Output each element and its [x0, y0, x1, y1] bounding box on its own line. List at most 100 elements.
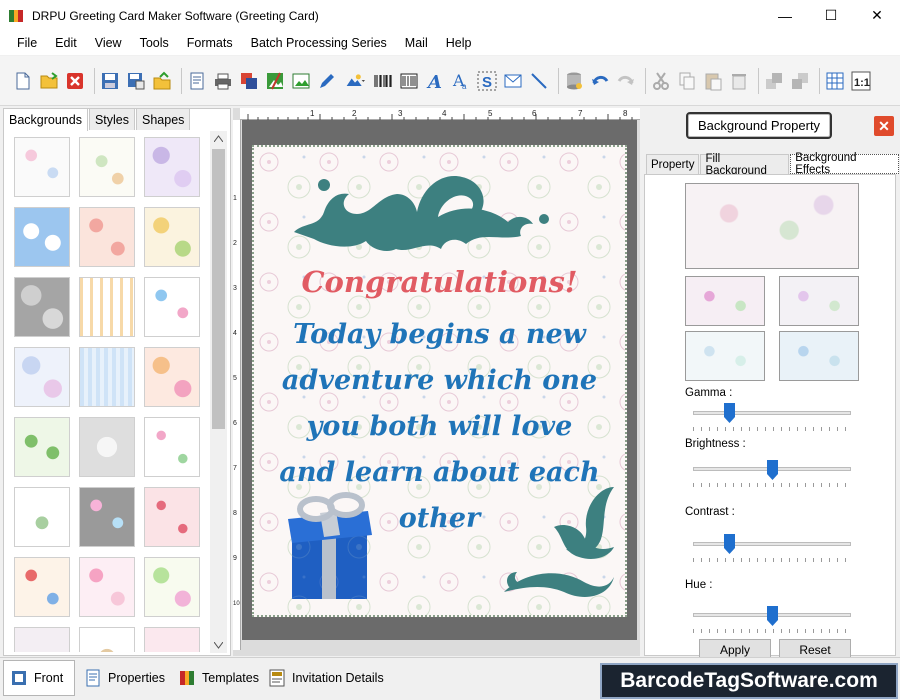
tab-shapes[interactable]: Shapes	[136, 108, 191, 130]
background-thumbnail[interactable]	[79, 417, 135, 477]
background-thumbnail[interactable]	[79, 277, 135, 337]
tab-invitation-details[interactable]: Invitation Details	[262, 660, 388, 696]
background-thumbnail[interactable]	[14, 557, 70, 617]
tab-background-effects[interactable]: Background Effects	[790, 152, 899, 176]
background-thumbnail[interactable]	[144, 557, 200, 617]
menu-help[interactable]: Help	[437, 36, 481, 50]
tab-property[interactable]: Property	[646, 154, 700, 174]
background-thumbnail[interactable]	[144, 627, 200, 652]
background-thumbnail[interactable]	[144, 487, 200, 547]
tab-properties[interactable]: Properties	[78, 660, 170, 696]
print-preview-icon[interactable]	[186, 70, 208, 92]
contrast-slider-track[interactable]	[693, 542, 851, 546]
grid-icon[interactable]	[824, 70, 846, 92]
brightness-label: Brightness :	[685, 438, 746, 450]
copy-design-icon[interactable]	[238, 70, 260, 92]
hue-slider-ticks	[693, 629, 851, 633]
background-thumbnail[interactable]	[14, 347, 70, 407]
minimize-button[interactable]: —	[762, 0, 808, 31]
insert-picture-icon[interactable]	[290, 70, 312, 92]
background-thumbnail[interactable]	[144, 347, 200, 407]
scrollbar-thumb[interactable]	[212, 149, 225, 429]
close-panel-button[interactable]: ✕	[874, 116, 894, 136]
curved-text-icon[interactable]: S	[476, 70, 498, 92]
mail-icon[interactable]	[502, 70, 524, 92]
save-icon[interactable]	[99, 70, 121, 92]
undo-icon[interactable]	[589, 70, 611, 92]
background-property-button[interactable]: Background Property	[686, 112, 832, 139]
menu-tools[interactable]: Tools	[131, 36, 178, 50]
card-heading[interactable]: Congratulations!	[254, 265, 625, 299]
print-icon[interactable]	[212, 70, 234, 92]
background-thumbnail[interactable]	[14, 277, 70, 337]
background-thumbnail[interactable]	[79, 487, 135, 547]
tab-templates[interactable]: Templates	[172, 660, 262, 696]
svg-text:a: a	[462, 82, 467, 91]
effect-preview-option[interactable]	[685, 331, 765, 381]
contrast-slider-thumb[interactable]	[724, 534, 735, 554]
scroll-down-icon[interactable]	[214, 642, 223, 649]
pen-icon[interactable]	[316, 70, 338, 92]
background-thumbnail[interactable]	[14, 137, 70, 197]
menu-edit[interactable]: Edit	[46, 36, 86, 50]
open-icon[interactable]	[38, 70, 60, 92]
background-thumbnail[interactable]	[14, 627, 70, 652]
menu-file[interactable]: File	[8, 36, 46, 50]
tab-front[interactable]: Front	[3, 660, 75, 696]
bring-front-icon[interactable]	[763, 70, 785, 92]
background-thumbnail[interactable]	[144, 137, 200, 197]
export-icon[interactable]	[151, 70, 173, 92]
greeting-card[interactable]: Congratulations! Today begins a new adve…	[252, 145, 627, 617]
left-panel-tabs: Backgrounds Styles Shapes	[3, 108, 191, 131]
background-thumbnail[interactable]	[144, 207, 200, 267]
text-icon[interactable]: A	[424, 70, 446, 92]
delete-icon[interactable]	[728, 70, 750, 92]
effect-preview-option[interactable]	[779, 276, 859, 326]
new-icon[interactable]	[12, 70, 34, 92]
menu-batch-processing[interactable]: Batch Processing Series	[242, 36, 396, 50]
save-as-icon[interactable]	[125, 70, 147, 92]
barcode-2d-icon[interactable]	[398, 70, 420, 92]
thumbnail-scrollbar[interactable]	[210, 131, 227, 653]
background-thumbnail[interactable]	[79, 347, 135, 407]
background-thumbnail[interactable]	[79, 627, 135, 652]
cut-icon[interactable]	[650, 70, 672, 92]
image-icon[interactable]	[264, 70, 286, 92]
background-thumbnail[interactable]	[79, 207, 135, 267]
gamma-slider-track[interactable]	[693, 411, 851, 415]
close-window-button[interactable]: ✕	[854, 0, 900, 31]
shape-picture-icon[interactable]	[342, 70, 368, 92]
tab-fill-background[interactable]: Fill Background	[700, 153, 790, 177]
card-message[interactable]: Today begins a new adventure which one y…	[254, 312, 625, 542]
menu-view[interactable]: View	[86, 36, 131, 50]
menu-mail[interactable]: Mail	[396, 36, 437, 50]
scroll-up-icon[interactable]	[214, 135, 223, 142]
gamma-slider-thumb[interactable]	[724, 403, 735, 423]
line-icon[interactable]	[528, 70, 550, 92]
background-thumbnail[interactable]	[79, 557, 135, 617]
background-thumbnail[interactable]	[79, 137, 135, 197]
barcode-linear-icon[interactable]	[372, 70, 394, 92]
tab-backgrounds[interactable]: Backgrounds	[3, 108, 88, 131]
copy-icon[interactable]	[676, 70, 698, 92]
background-thumbnail[interactable]	[14, 207, 70, 267]
effect-preview-option[interactable]	[685, 276, 765, 326]
background-thumbnail[interactable]	[144, 417, 200, 477]
background-thumbnail[interactable]	[14, 417, 70, 477]
hue-slider-thumb[interactable]	[767, 606, 778, 626]
maximize-button[interactable]: ☐	[808, 0, 854, 31]
background-thumbnail[interactable]	[14, 487, 70, 547]
redo-icon[interactable]	[615, 70, 637, 92]
menu-formats[interactable]: Formats	[178, 36, 242, 50]
effect-preview-option[interactable]	[779, 331, 859, 381]
actual-size-icon[interactable]: 1:1	[850, 70, 872, 92]
database-icon[interactable]	[563, 70, 585, 92]
send-back-icon[interactable]	[789, 70, 811, 92]
word-art-icon[interactable]: Aa	[450, 70, 472, 92]
paste-icon[interactable]	[702, 70, 724, 92]
tab-styles[interactable]: Styles	[88, 108, 136, 130]
background-thumbnail[interactable]	[144, 277, 200, 337]
brightness-slider-thumb[interactable]	[767, 460, 778, 480]
close-file-icon[interactable]	[64, 70, 86, 92]
gamma-slider-ticks	[693, 427, 851, 431]
